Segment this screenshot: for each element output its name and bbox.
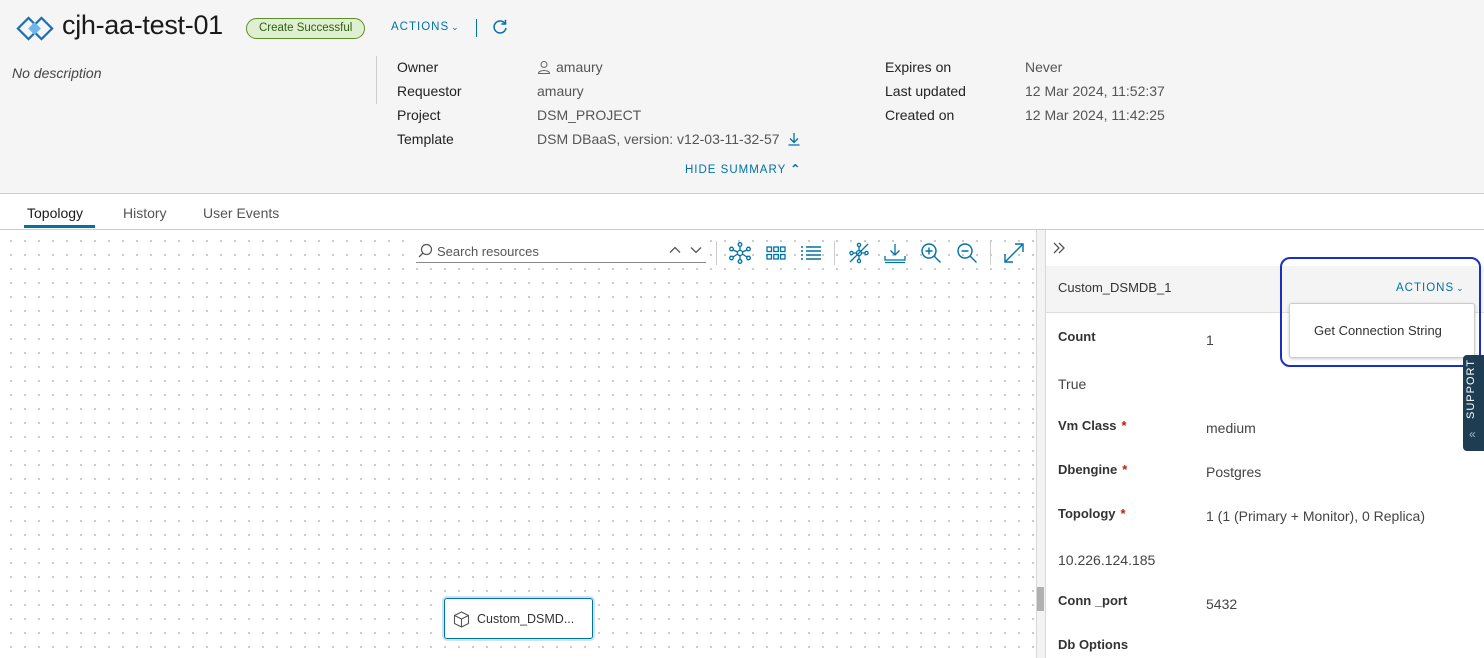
resource-node-custom-dsmdb[interactable]: Custom_DSMD...	[444, 598, 593, 639]
search-icon	[418, 243, 433, 258]
search-previous-icon[interactable]	[667, 242, 683, 258]
chevron-down-icon: ⌄	[451, 22, 460, 32]
dbengine-label-text: Dbengine	[1058, 462, 1118, 477]
project-value: DSM_PROJECT	[537, 107, 642, 123]
deployment-title: cjh-aa-test-01	[62, 10, 223, 40]
support-label: SUPPORT	[1465, 359, 1477, 419]
topology-value: 1 (1 (Primary + Monitor), 0 Replica)	[1206, 508, 1426, 524]
description-text: No description	[12, 65, 102, 81]
zoom-in-icon[interactable]	[919, 241, 943, 265]
dbengine-label: Dbengine *	[1058, 462, 1127, 477]
header-actions-button[interactable]: ACTIONS ⌄	[391, 21, 460, 33]
vm-class-label: Vm Class *	[1058, 418, 1127, 433]
created-label: Created on	[885, 107, 955, 123]
toolbar-divider	[834, 241, 835, 265]
expires-value: Never	[1025, 59, 1063, 75]
header-actions-label: ACTIONS	[391, 21, 450, 33]
user-icon	[537, 61, 551, 74]
hide-summary-label: HIDE SUMMARY	[685, 164, 787, 176]
header-divider	[476, 19, 477, 37]
deployment-logo-icon	[16, 16, 54, 41]
requestor-label: Requestor	[397, 83, 462, 99]
dbengine-value: Postgres	[1206, 464, 1262, 480]
topology-view-icon[interactable]	[728, 241, 752, 265]
tab-user-events[interactable]: User Events	[203, 205, 279, 221]
toolbar-divider	[716, 241, 717, 265]
template-text: DSM DBaaS, version: v12-03-11-32-57	[537, 131, 780, 147]
db-options-label: Db Options	[1058, 637, 1129, 652]
hide-summary-button[interactable]: HIDE SUMMARY ⌃	[685, 162, 801, 176]
zoom-out-icon[interactable]	[955, 241, 979, 265]
expires-label: Expires on	[885, 59, 952, 75]
grid-view-icon[interactable]	[764, 241, 788, 265]
toolbar-divider	[990, 241, 991, 265]
search-next-icon[interactable]	[688, 242, 704, 258]
template-label: Template	[397, 131, 454, 147]
owner-value: amaury	[537, 59, 603, 75]
count-label: Count	[1058, 329, 1096, 344]
list-view-icon[interactable]	[799, 241, 823, 265]
node-label: Custom_DSMD...	[477, 612, 575, 626]
vm-class-value: medium	[1206, 420, 1256, 436]
topology-canvas[interactable]	[0, 230, 1036, 658]
conn-port-value: 5432	[1206, 596, 1238, 612]
active-tab-indicator	[24, 225, 95, 228]
tab-history[interactable]: History	[123, 205, 167, 221]
status-badge: Create Successful	[246, 18, 366, 39]
template-download-icon[interactable]	[787, 132, 801, 146]
last-updated-value: 12 Mar 2024, 11:52:37	[1025, 83, 1165, 99]
chevron-double-left-icon: «	[1469, 427, 1476, 441]
requestor-value: amaury	[537, 83, 584, 99]
last-updated-label: Last updated	[885, 83, 966, 99]
search-resources	[416, 239, 706, 263]
owner-label: Owner	[397, 59, 439, 75]
hide-connections-icon[interactable]	[847, 241, 871, 265]
template-value: DSM DBaaS, version: v12-03-11-32-57	[537, 131, 801, 147]
panel-splitter[interactable]	[1036, 230, 1046, 658]
vm-class-label-text: Vm Class	[1058, 418, 1117, 433]
boolean-value: True	[1058, 376, 1087, 392]
tab-topology[interactable]: Topology	[27, 205, 83, 221]
collapse-panel-icon[interactable]	[1051, 240, 1067, 256]
conn-port-label: Conn _port	[1058, 593, 1128, 608]
ip-address-value: 10.226.124.185	[1058, 552, 1156, 568]
resource-name: Custom_DSMDB_1	[1058, 280, 1172, 295]
cube-icon	[453, 611, 470, 628]
required-marker: *	[1121, 418, 1127, 433]
search-input[interactable]	[437, 241, 662, 261]
owner-name: amaury	[556, 59, 603, 75]
project-label: Project	[397, 107, 441, 123]
required-marker: *	[1120, 506, 1126, 521]
chevron-up-icon: ⌃	[790, 162, 802, 176]
refresh-icon[interactable]	[491, 18, 509, 36]
tab-bar: Topology History User Events	[0, 194, 1484, 230]
highlight-outline	[1280, 257, 1481, 367]
expand-icon[interactable]	[1002, 241, 1026, 265]
topology-label-text: Topology	[1058, 506, 1116, 521]
splitter-handle[interactable]	[1037, 587, 1044, 611]
summary-divider	[376, 56, 377, 104]
download-icon[interactable]	[883, 241, 907, 265]
count-value: 1	[1206, 332, 1214, 348]
support-tab[interactable]: SUPPORT «	[1463, 355, 1484, 451]
topology-label: Topology *	[1058, 506, 1126, 521]
created-value: 12 Mar 2024, 11:42:25	[1025, 107, 1165, 123]
required-marker: *	[1122, 462, 1128, 477]
